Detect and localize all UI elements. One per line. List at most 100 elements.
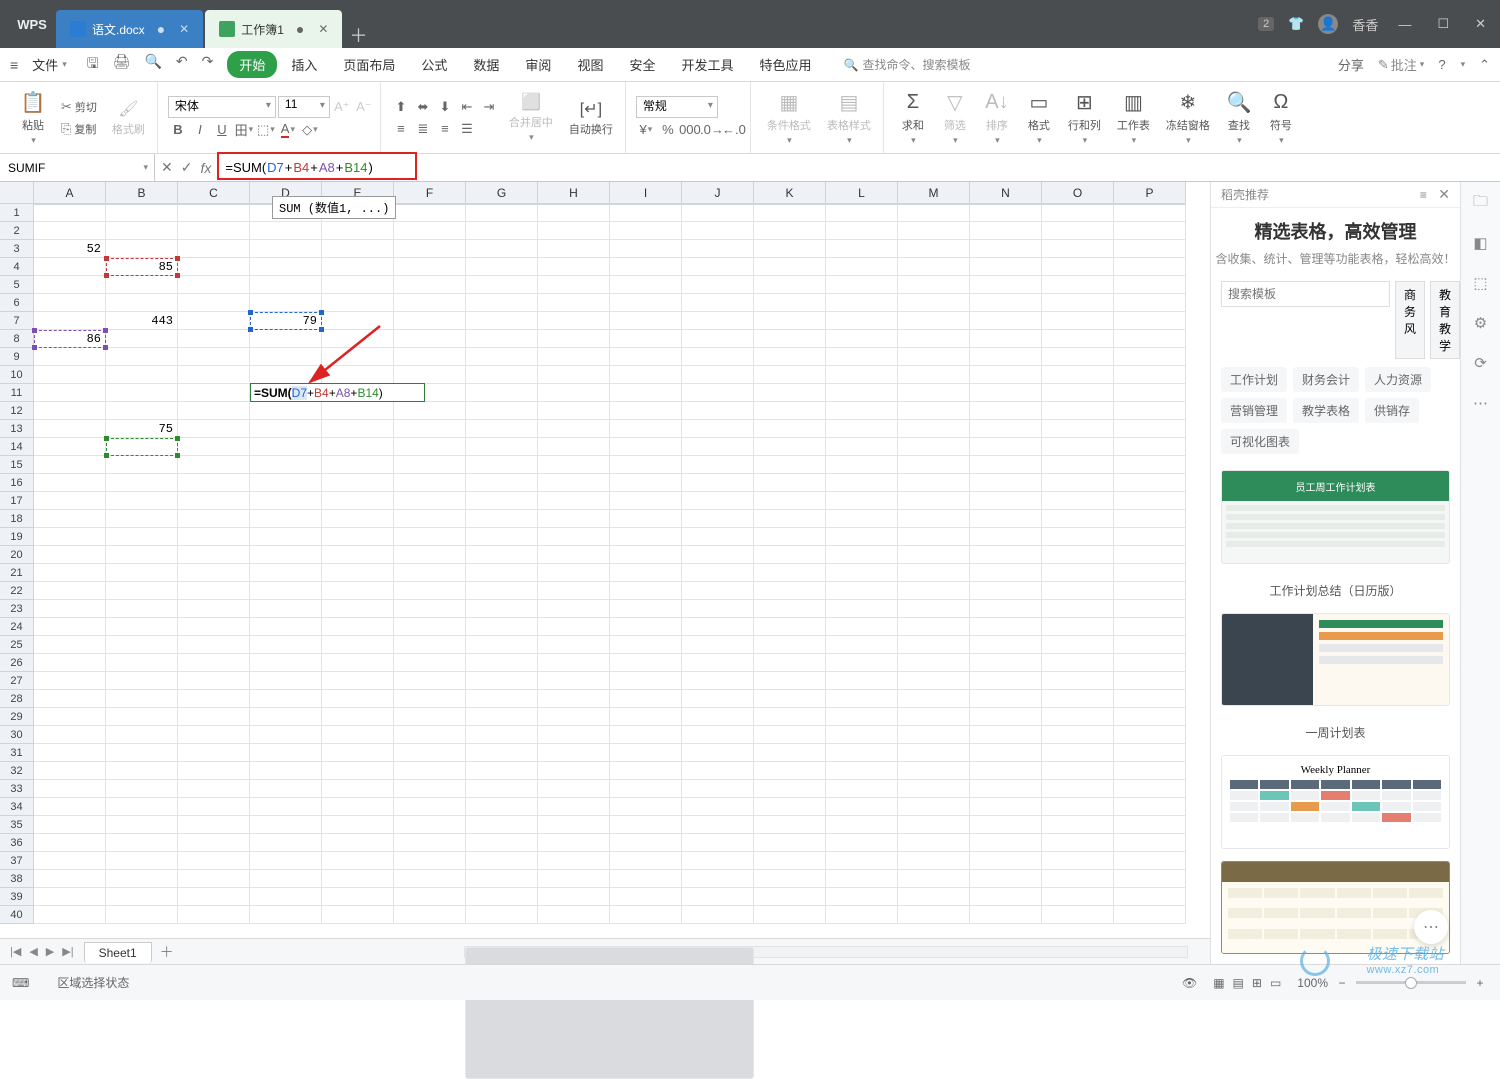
sheet-next-icon[interactable]: ▶ xyxy=(44,943,56,960)
cell[interactable] xyxy=(682,420,754,438)
tag-item[interactable]: 财务会计 xyxy=(1293,367,1359,392)
cell[interactable] xyxy=(34,294,106,312)
cell[interactable] xyxy=(322,798,394,816)
cell[interactable] xyxy=(826,402,898,420)
cell[interactable] xyxy=(898,852,970,870)
cell[interactable] xyxy=(682,546,754,564)
cell[interactable] xyxy=(898,582,970,600)
row-header[interactable]: 27 xyxy=(0,672,34,690)
cell[interactable] xyxy=(1114,672,1186,690)
row-header[interactable]: 9 xyxy=(0,348,34,366)
cell[interactable] xyxy=(826,762,898,780)
cell[interactable] xyxy=(682,348,754,366)
cell[interactable] xyxy=(610,852,682,870)
cell[interactable]: 79 xyxy=(250,312,322,330)
cell[interactable] xyxy=(34,492,106,510)
cell[interactable] xyxy=(682,852,754,870)
cell[interactable] xyxy=(682,492,754,510)
cell[interactable] xyxy=(754,834,826,852)
align-left-icon[interactable]: ≡ xyxy=(391,119,411,139)
toolbox-icon[interactable]: 🗀 xyxy=(1470,192,1492,214)
row-header[interactable]: 16 xyxy=(0,474,34,492)
cell[interactable] xyxy=(34,402,106,420)
cell[interactable] xyxy=(970,420,1042,438)
cell[interactable] xyxy=(1114,618,1186,636)
cell[interactable] xyxy=(898,330,970,348)
cell[interactable] xyxy=(322,852,394,870)
cell[interactable] xyxy=(754,420,826,438)
cell[interactable] xyxy=(1042,348,1114,366)
cell[interactable] xyxy=(826,816,898,834)
cell[interactable] xyxy=(394,600,466,618)
more-icon[interactable]: ⋯ xyxy=(1470,392,1492,414)
cell[interactable] xyxy=(826,888,898,906)
cell[interactable] xyxy=(466,474,538,492)
cell[interactable] xyxy=(34,690,106,708)
cell[interactable] xyxy=(394,276,466,294)
cell[interactable] xyxy=(610,816,682,834)
cell[interactable] xyxy=(826,834,898,852)
row-header[interactable]: 20 xyxy=(0,546,34,564)
cell[interactable] xyxy=(826,582,898,600)
cell[interactable] xyxy=(106,798,178,816)
cell[interactable] xyxy=(34,834,106,852)
cell[interactable] xyxy=(178,492,250,510)
cell[interactable] xyxy=(538,618,610,636)
cell[interactable] xyxy=(1114,294,1186,312)
cell[interactable]: 443 xyxy=(106,312,178,330)
cell[interactable] xyxy=(610,240,682,258)
cell[interactable] xyxy=(970,312,1042,330)
cell[interactable] xyxy=(970,384,1042,402)
cell[interactable] xyxy=(682,438,754,456)
cell[interactable] xyxy=(394,510,466,528)
cell[interactable] xyxy=(250,618,322,636)
cell[interactable] xyxy=(250,834,322,852)
cell[interactable] xyxy=(1114,402,1186,420)
view-custom-icon[interactable]: ▭ xyxy=(1270,976,1281,990)
cell[interactable] xyxy=(610,564,682,582)
cell[interactable] xyxy=(466,816,538,834)
collapse-ribbon-icon[interactable]: ⌃ xyxy=(1479,57,1490,73)
cell[interactable] xyxy=(106,690,178,708)
cell[interactable] xyxy=(466,762,538,780)
currency-icon[interactable]: ¥▾ xyxy=(636,120,656,140)
cell[interactable] xyxy=(1114,636,1186,654)
cell[interactable] xyxy=(178,204,250,222)
cell[interactable] xyxy=(106,816,178,834)
cell[interactable] xyxy=(682,888,754,906)
cell[interactable] xyxy=(970,690,1042,708)
cell[interactable] xyxy=(178,276,250,294)
cell[interactable] xyxy=(250,780,322,798)
row-header[interactable]: 40 xyxy=(0,906,34,924)
cell[interactable] xyxy=(754,204,826,222)
cell[interactable] xyxy=(970,276,1042,294)
cell[interactable] xyxy=(1042,294,1114,312)
cell[interactable] xyxy=(1114,276,1186,294)
cell[interactable] xyxy=(322,726,394,744)
cell[interactable] xyxy=(322,816,394,834)
cell[interactable] xyxy=(106,600,178,618)
cell[interactable] xyxy=(466,744,538,762)
cell[interactable] xyxy=(394,888,466,906)
row-header[interactable]: 23 xyxy=(0,600,34,618)
cell[interactable] xyxy=(1042,492,1114,510)
cell[interactable] xyxy=(898,726,970,744)
cell[interactable] xyxy=(682,564,754,582)
cell[interactable] xyxy=(754,276,826,294)
cell[interactable] xyxy=(826,726,898,744)
cell[interactable] xyxy=(682,690,754,708)
cell[interactable] xyxy=(538,582,610,600)
cell[interactable] xyxy=(178,294,250,312)
cell[interactable] xyxy=(538,366,610,384)
cell[interactable] xyxy=(178,744,250,762)
cell[interactable] xyxy=(970,294,1042,312)
cell[interactable] xyxy=(322,312,394,330)
cell[interactable] xyxy=(466,456,538,474)
cell[interactable] xyxy=(970,852,1042,870)
cell[interactable] xyxy=(34,258,106,276)
cell[interactable] xyxy=(610,510,682,528)
dec-dec-icon[interactable]: ←.0 xyxy=(724,120,744,140)
close-panel-icon[interactable]: ✕ xyxy=(1438,186,1450,202)
font-name-select[interactable]: 宋体 xyxy=(168,96,276,118)
cell[interactable] xyxy=(970,780,1042,798)
